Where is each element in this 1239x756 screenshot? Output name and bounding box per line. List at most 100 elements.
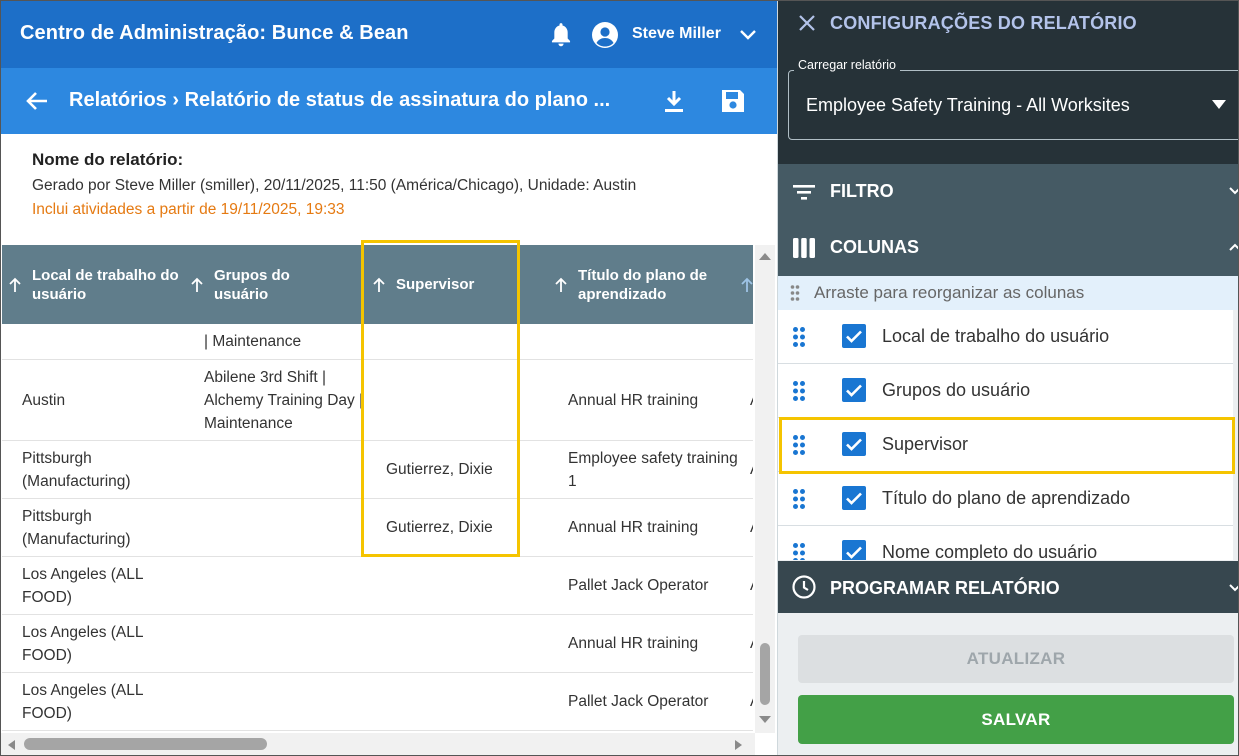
column-item-label: Nome completo do usuário — [882, 542, 1098, 560]
sort-arrow-icon — [373, 277, 385, 292]
app-title: Centro de Administração: Bunce & Bean — [20, 22, 409, 44]
drag-grip-icon[interactable] — [792, 488, 806, 510]
cell-groups: | Maintenance — [204, 333, 302, 350]
column-item[interactable]: Título do plano de aprendizado — [778, 472, 1233, 526]
cell-title: Pallet Jack Operator — [568, 693, 709, 710]
checkbox-checked-icon[interactable] — [842, 540, 866, 560]
back-arrow-icon[interactable] — [24, 88, 50, 114]
horizontal-scrollbar[interactable] — [0, 733, 755, 756]
close-icon[interactable] — [798, 14, 816, 32]
load-report-value[interactable]: Employee Safety Training - All Worksites — [806, 95, 1130, 116]
sort-arrow-icon — [9, 277, 21, 292]
column-header-groups[interactable]: Grupos do usuário — [190, 245, 360, 324]
section-schedule[interactable]: PROGRAMAR RELATÓRIO — [778, 561, 1239, 613]
table-row[interactable]: Los Angeles (ALL FOOD) Pallet Jack Opera… — [2, 673, 753, 731]
filter-icon — [793, 185, 815, 200]
cell-supervisor — [386, 360, 526, 440]
cell-more: A — [750, 557, 753, 614]
chevron-down-icon — [1229, 187, 1239, 195]
bell-icon[interactable] — [548, 21, 574, 49]
column-item-label: Grupos do usuário — [882, 380, 1031, 400]
checkbox-checked-icon[interactable] — [842, 486, 866, 510]
scroll-down-icon[interactable] — [758, 715, 772, 725]
column-header-label: Título do plano de aprendizado — [578, 266, 708, 303]
drag-grip-icon[interactable] — [792, 380, 806, 402]
table-row[interactable]: Austin Abilene 3rd Shift | Alchemy Train… — [2, 360, 753, 441]
scroll-left-icon[interactable] — [6, 739, 16, 751]
checkbox-checked-icon[interactable] — [842, 324, 866, 348]
drag-grip-icon[interactable] — [792, 434, 806, 456]
vertical-scroll-thumb[interactable] — [760, 643, 770, 705]
cell-supervisor — [386, 557, 526, 614]
cell-local: Pittsburgh (Manufacturing) — [22, 507, 131, 548]
sub-bar: Relatórios › Relatório de status de assi… — [0, 68, 777, 134]
cell-supervisor — [386, 615, 526, 672]
table-row[interactable]: Los Angeles (ALL FOOD) Annual HR trainin… — [2, 615, 753, 673]
clock-icon — [792, 575, 816, 599]
drag-grip-icon[interactable] — [792, 542, 806, 560]
column-header-supervisor[interactable]: Supervisor — [372, 245, 522, 324]
column-item[interactable]: Grupos do usuário — [778, 364, 1233, 418]
column-header-more[interactable] — [740, 245, 753, 324]
column-header-label: Supervisor — [396, 276, 475, 293]
drag-grip-icon — [790, 285, 800, 301]
load-report-label: Carregar relatório — [794, 58, 900, 72]
report-includes-text: Inclui atividades a partir de 19/11/2025… — [32, 201, 345, 218]
cell-local: Pittsburgh (Manufacturing) — [22, 449, 131, 490]
dropdown-arrow-icon[interactable] — [1212, 100, 1226, 109]
download-icon[interactable] — [662, 88, 686, 114]
cell-groups — [204, 557, 364, 614]
breadcrumb[interactable]: Relatórios › Relatório de status de assi… — [69, 89, 629, 112]
sort-arrow-icon — [555, 277, 567, 292]
column-item[interactable]: Nome completo do usuário — [778, 526, 1233, 560]
section-title: FILTRO — [830, 181, 894, 201]
cell-groups — [204, 615, 364, 672]
column-item[interactable]: Local de trabalho do usuário — [778, 310, 1233, 364]
cell-title: Employee safety training 1 — [568, 449, 738, 490]
cell-supervisor: Gutierrez, Dixie — [386, 519, 493, 536]
cell-more: A — [750, 499, 753, 556]
horizontal-scroll-thumb[interactable] — [24, 738, 267, 750]
scroll-right-icon[interactable] — [734, 739, 744, 751]
checkbox-checked-icon[interactable] — [842, 432, 866, 456]
column-list: Local de trabalho do usuário Grupos do u… — [778, 310, 1239, 560]
sort-arrow-icon — [191, 277, 203, 292]
cell-title: Annual HR training — [568, 519, 699, 536]
section-filter[interactable]: FILTRO — [778, 164, 1239, 220]
columns-icon — [793, 238, 815, 258]
scroll-up-icon[interactable] — [758, 251, 772, 261]
cell-title — [568, 324, 738, 359]
section-columns[interactable]: COLUNAS — [778, 220, 1239, 276]
user-name[interactable]: Steve Miller — [632, 25, 721, 43]
column-header-local[interactable]: Local de trabalho do usuário — [8, 245, 186, 324]
cell-local: Los Angeles (ALL FOOD) — [22, 623, 143, 664]
cell-local — [22, 324, 192, 359]
table-row[interactable]: | Maintenance — [2, 324, 753, 360]
cell-more: A — [750, 441, 753, 498]
table-header: Local de trabalho do usuário Grupos do u… — [2, 245, 753, 324]
drag-grip-icon[interactable] — [792, 326, 806, 348]
column-item[interactable]: Supervisor — [778, 418, 1233, 472]
chevron-up-icon — [1229, 243, 1239, 251]
vertical-scrollbar[interactable] — [755, 245, 775, 733]
cell-more: A — [750, 615, 753, 672]
chevron-down-icon — [1229, 584, 1239, 592]
save-disk-icon[interactable] — [720, 88, 746, 114]
cell-supervisor: Gutierrez, Dixie — [386, 461, 493, 478]
table-row[interactable]: Pittsburgh (Manufacturing) Gutierrez, Di… — [2, 499, 753, 557]
table-row[interactable]: Pittsburgh (Manufacturing) Gutierrez, Di… — [2, 441, 753, 499]
cell-groups — [204, 673, 364, 730]
avatar-icon[interactable] — [591, 21, 619, 49]
save-button[interactable]: SALVAR — [798, 695, 1234, 744]
column-header-title[interactable]: Título do plano de aprendizado — [554, 245, 734, 324]
cell-more: A — [750, 360, 753, 440]
sort-arrow-icon — [741, 277, 753, 292]
app-bar: Centro de Administração: Bunce & Bean St… — [0, 0, 777, 68]
cell-supervisor — [386, 324, 526, 359]
column-item-label: Título do plano de aprendizado — [882, 488, 1131, 508]
table-row[interactable]: Los Angeles (ALL FOOD) Pallet Jack Opera… — [2, 557, 753, 615]
chevron-down-icon[interactable] — [738, 27, 758, 43]
update-button[interactable]: ATUALIZAR — [798, 635, 1234, 683]
checkbox-checked-icon[interactable] — [842, 378, 866, 402]
cell-groups: Abilene 3rd Shift | Alchemy Training Day… — [204, 368, 364, 432]
